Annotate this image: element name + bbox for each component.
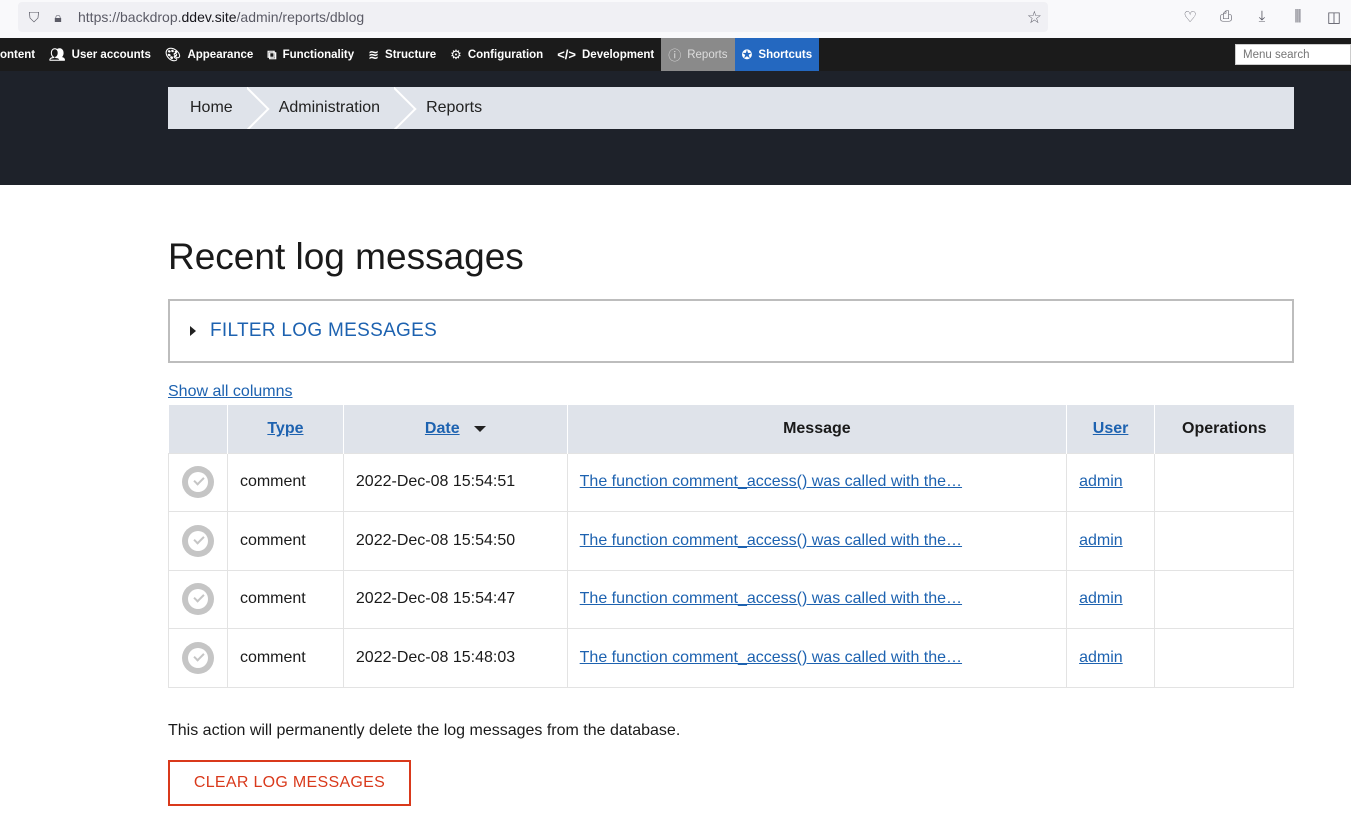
operations-cell	[1154, 452, 1294, 512]
sort-descending-icon	[473, 425, 486, 432]
severity-cell	[168, 452, 228, 512]
breadcrumb-separator	[394, 87, 426, 129]
filter-fieldset-toggle[interactable]: FILTER LOG MESSAGES	[168, 299, 1294, 363]
date-cell: 2022-Dec-08 15:54:50	[342, 511, 568, 571]
message-link[interactable]: The function comment_access() was called…	[580, 532, 962, 549]
url-text[interactable]: https://backdrop.ddev.site/admin/reports…	[78, 9, 364, 25]
address-bar[interactable]: ⛉ 🔒︎ https://backdrop.ddev.site/admin/re…	[18, 2, 1048, 32]
user-link[interactable]: admin	[1079, 649, 1123, 666]
info-icon: ⓘ	[668, 48, 682, 63]
type-cell: comment	[226, 452, 344, 512]
admin-menu-reports[interactable]: ⓘ Reports	[661, 38, 735, 71]
table-row: comment 2022-Dec-08 15:48:03 The functio…	[168, 628, 1294, 688]
message-column-header: Message	[566, 405, 1067, 453]
user-cell: admin	[1066, 452, 1156, 512]
check-circle-icon	[181, 524, 214, 557]
admin-menu-shortcuts[interactable]: ✪ Shortcuts	[734, 38, 820, 71]
user-cell: admin	[1066, 569, 1156, 629]
delete-notice: This action will permanently delete the …	[168, 722, 681, 739]
message-cell: The function comment_access() was called…	[566, 569, 1068, 629]
severity-cell	[168, 511, 228, 571]
admin-menu-content[interactable]: ontent	[0, 38, 42, 71]
table-row: comment 2022-Dec-08 15:54:51 The functio…	[168, 452, 1294, 512]
operations-cell	[1154, 628, 1294, 688]
user-column-header[interactable]: User	[1066, 405, 1155, 453]
triangle-right-icon	[190, 326, 196, 336]
filter-legend[interactable]: FILTER LOG MESSAGES	[210, 320, 437, 342]
message-link[interactable]: The function comment_access() was called…	[580, 649, 962, 666]
user-link[interactable]: admin	[1079, 590, 1123, 607]
breadcrumb-reports[interactable]: Reports	[426, 87, 482, 129]
puzzle-icon: ⧉	[267, 46, 277, 62]
breadcrumb-home[interactable]: Home	[168, 87, 233, 129]
user-cell: admin	[1066, 511, 1156, 571]
shield-icon[interactable]: ⛉	[26, 9, 42, 25]
user-link[interactable]: admin	[1079, 532, 1123, 549]
severity-cell	[168, 569, 228, 629]
users-icon: 👥︎	[49, 46, 66, 62]
date-cell: 2022-Dec-08 15:48:03	[342, 628, 568, 688]
show-all-columns-link[interactable]: Show all columns	[168, 383, 293, 401]
message-cell: The function comment_access() was called…	[566, 628, 1068, 688]
date-cell: 2022-Dec-08 15:54:51	[342, 452, 568, 512]
browser-toolbar: ⛉ 🔒︎ https://backdrop.ddev.site/admin/re…	[0, 0, 1351, 38]
message-cell: The function comment_access() was called…	[566, 452, 1068, 512]
table-row: comment 2022-Dec-08 15:54:47 The functio…	[168, 569, 1294, 629]
message-link[interactable]: The function comment_access() was called…	[580, 590, 962, 607]
message-cell: The function comment_access() was called…	[566, 511, 1068, 571]
check-circle-icon	[181, 466, 214, 499]
operations-cell	[1154, 511, 1294, 571]
admin-menu-structure[interactable]: ≋ Structure	[361, 38, 443, 71]
breadcrumb: Home Administration Reports	[168, 87, 1294, 129]
lock-icon[interactable]: 🔒︎	[50, 9, 66, 25]
operations-cell	[1154, 569, 1294, 629]
header-band: Home Administration Reports	[0, 71, 1351, 185]
breadcrumb-administration[interactable]: Administration	[279, 87, 380, 129]
palette-icon: 🎨︎	[164, 46, 182, 62]
gear-icon: ⚙	[450, 46, 462, 62]
pocket-icon[interactable]: ♡	[1181, 8, 1199, 26]
clear-log-messages-button[interactable]: CLEAR LOG MESSAGES	[168, 760, 411, 806]
type-cell: comment	[226, 511, 344, 571]
sidebar-icon[interactable]: ◫	[1325, 8, 1343, 26]
date-column-header[interactable]: Date	[342, 405, 568, 453]
star-icon: ✪	[741, 46, 753, 62]
breadcrumb-separator	[247, 87, 279, 129]
layers-icon: ≋	[368, 46, 380, 62]
user-cell: admin	[1066, 628, 1156, 688]
type-column-header[interactable]: Type	[226, 405, 344, 453]
table-row: comment 2022-Dec-08 15:54:50 The functio…	[168, 511, 1294, 571]
date-cell: 2022-Dec-08 15:54:47	[342, 569, 568, 629]
admin-menu-development[interactable]: </> Development	[550, 38, 661, 71]
icon-column-header	[168, 405, 228, 453]
admin-toolbar: ontent 👥︎ User accounts 🎨︎ Appearance ⧉ Fun…	[0, 38, 1351, 71]
user-link[interactable]: admin	[1079, 473, 1123, 490]
menu-search-input[interactable]	[1235, 44, 1351, 65]
download-icon[interactable]: ⤓	[1253, 8, 1271, 26]
severity-cell	[168, 628, 228, 688]
page-title: Recent log messages	[168, 236, 524, 277]
bookmark-star-icon[interactable]: ☆	[1027, 8, 1042, 28]
admin-menu-appearance[interactable]: 🎨︎ Appearance	[158, 38, 260, 71]
operations-column-header: Operations	[1154, 405, 1294, 453]
admin-menu-configuration[interactable]: ⚙ Configuration	[443, 38, 550, 71]
admin-menu-functionality[interactable]: ⧉ Functionality	[260, 38, 361, 71]
check-circle-icon	[181, 583, 214, 616]
log-table: Type Date Message User Operations commen…	[168, 405, 1294, 688]
admin-menu-user-accounts[interactable]: 👥︎ User accounts	[42, 38, 158, 71]
library-icon[interactable]: ⫼	[1289, 8, 1307, 26]
code-icon: </>	[557, 47, 576, 62]
message-link[interactable]: The function comment_access() was called…	[580, 473, 962, 490]
table-header-row: Type Date Message User Operations	[168, 405, 1294, 453]
print-icon[interactable]: ⎙	[1217, 8, 1235, 26]
check-circle-icon	[181, 641, 214, 674]
type-cell: comment	[226, 569, 344, 629]
type-cell: comment	[226, 628, 344, 688]
